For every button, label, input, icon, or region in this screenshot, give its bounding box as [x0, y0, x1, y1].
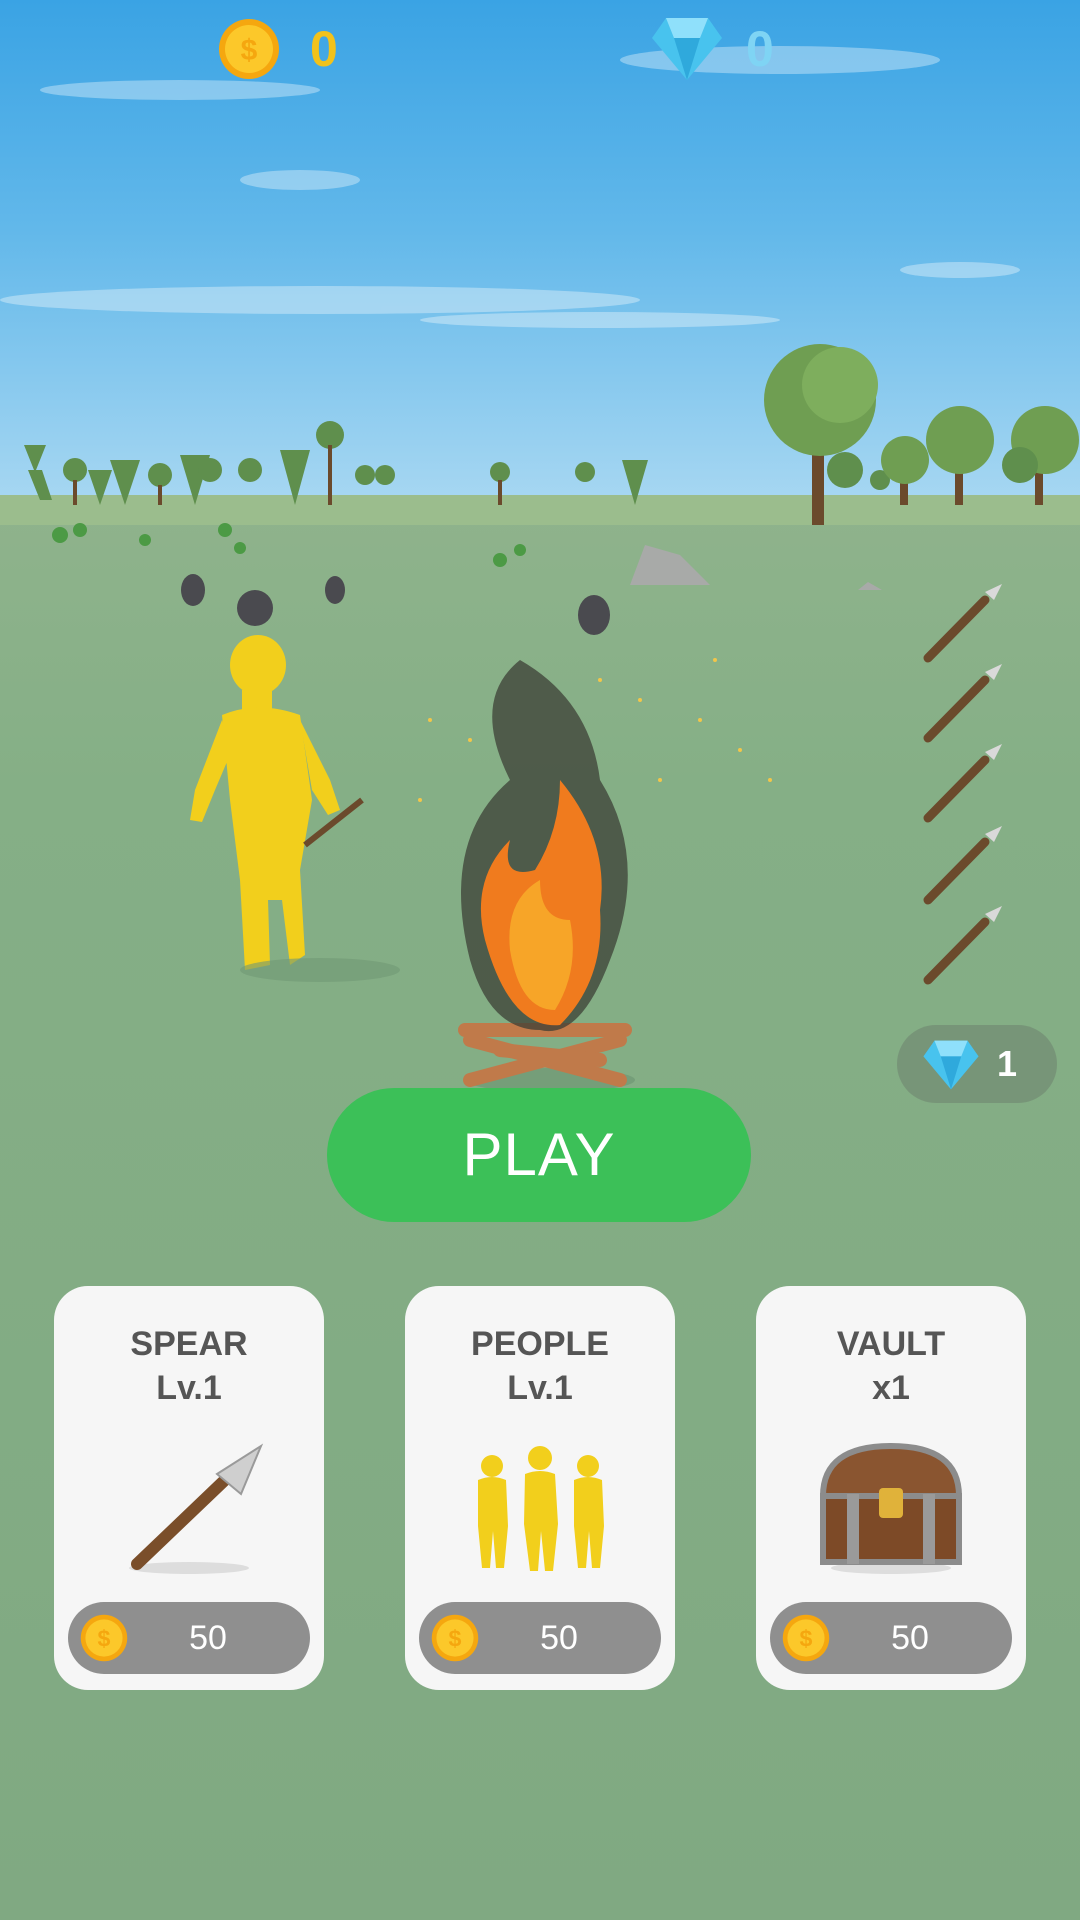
svg-text:$: $	[241, 34, 258, 67]
game-scene: $ 0 0 1 PLAY SPEAR Lv.1 $ 50 PEOPLE Lv.1…	[0, 0, 1080, 1920]
upgrade-title: VAULT	[836, 1325, 946, 1363]
coin-counter: 0	[310, 21, 338, 77]
chest-icon	[819, 1442, 963, 1574]
people-icon	[478, 1446, 604, 1571]
play-button[interactable]: PLAY	[327, 1088, 751, 1222]
upgrade-title: PEOPLE	[471, 1325, 609, 1363]
gem-reward-badge: 1	[897, 1025, 1057, 1103]
gem-reward-value: 1	[997, 1043, 1018, 1084]
upgrade-count: x1	[872, 1369, 910, 1407]
distant-trees	[24, 421, 890, 505]
upgrade-level: Lv.1	[156, 1369, 222, 1407]
gem-icon	[652, 18, 722, 80]
price-value: 50	[891, 1619, 929, 1657]
upgrade-title: SPEAR	[130, 1325, 248, 1363]
buy-people-button[interactable]: $ 50	[419, 1602, 661, 1674]
buy-vault-button[interactable]: $ 50	[770, 1602, 1012, 1674]
spear-icon	[129, 1443, 264, 1574]
gem-counter: 0	[746, 21, 774, 77]
upgrade-card-vault[interactable]: VAULT x1 $ 50	[756, 1286, 1026, 1690]
upgrade-card-people[interactable]: PEOPLE Lv.1 $ 50	[405, 1286, 675, 1690]
rock	[630, 545, 710, 585]
gem-icon	[923, 1040, 979, 1090]
spear-ammo	[923, 595, 990, 985]
upgrade-card-spear[interactable]: SPEAR Lv.1 $ 50	[54, 1286, 324, 1690]
raccoons	[181, 574, 610, 635]
upgrade-level: Lv.1	[507, 1369, 573, 1407]
coin-icon: $	[219, 19, 279, 79]
player-character	[190, 635, 340, 970]
world-art	[0, 344, 1080, 1092]
buy-spear-button[interactable]: $ 50	[68, 1602, 310, 1674]
price-value: 50	[540, 1619, 578, 1657]
price-value: 50	[189, 1619, 227, 1657]
campfire	[418, 658, 772, 1092]
